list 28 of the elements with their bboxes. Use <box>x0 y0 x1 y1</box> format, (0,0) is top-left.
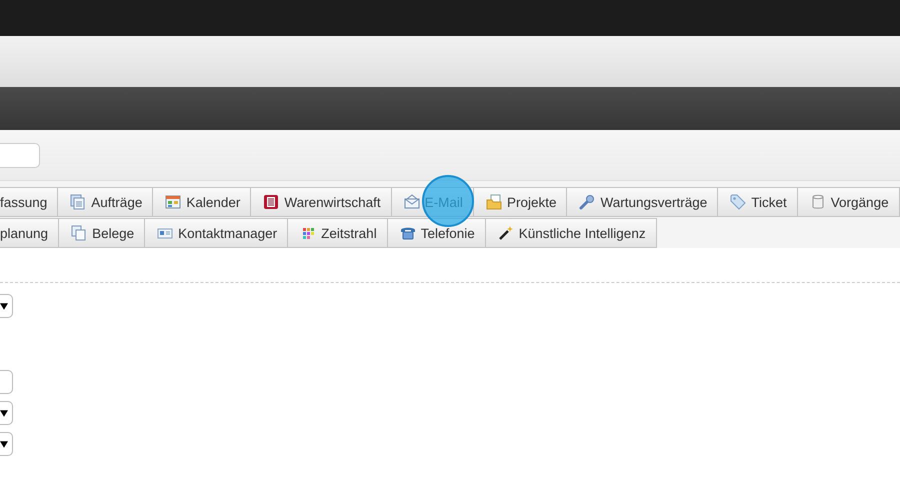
pages-icon <box>70 194 86 210</box>
tab[interactable]: Kontaktmanager <box>145 218 288 248</box>
tab[interactable]: Aufträge <box>58 187 154 217</box>
folder-icon <box>486 194 502 210</box>
tab[interactable]: Zeitstrahl <box>288 218 388 248</box>
tab[interactable]: Projekte <box>474 187 568 217</box>
tab[interactable]: Wartungsverträge <box>567 187 718 217</box>
tag-icon <box>730 194 746 210</box>
telephone-icon <box>400 225 416 241</box>
copy-icon <box>71 225 88 241</box>
tab[interactable]: Vorgänge <box>798 187 900 217</box>
calendar-icon <box>165 194 182 210</box>
tab[interactable]: Telefonie <box>388 218 486 248</box>
caret-icon <box>0 440 8 448</box>
cylinder-icon <box>810 194 826 210</box>
ledger-icon <box>263 194 280 210</box>
tab[interactable]: Ticket <box>718 187 798 217</box>
caret-icon <box>0 410 8 416</box>
colored-dots-icon <box>300 225 316 241</box>
magic-wand-icon <box>498 225 514 241</box>
tab[interactable]: fassung <box>0 187 58 217</box>
tab[interactable]: Künstliche Intelligenz <box>486 218 657 248</box>
caret-icon <box>0 302 8 310</box>
tab[interactable]: Warenwirtschaft <box>251 187 392 217</box>
tab[interactable]: planung <box>0 218 60 248</box>
envelope-icon <box>404 194 420 210</box>
tab[interactable]: Belege <box>59 218 146 248</box>
tab[interactable]: Kalender <box>153 187 252 217</box>
